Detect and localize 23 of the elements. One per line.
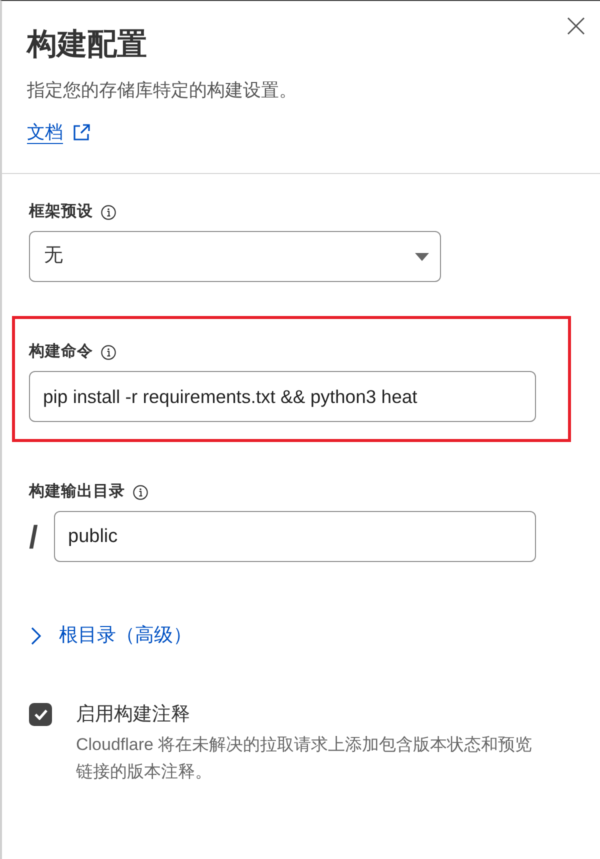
info-icon[interactable] xyxy=(101,344,116,360)
panel-description: 指定您的存储库特定的构建设置。 xyxy=(27,79,297,102)
docs-link[interactable]: 文档 xyxy=(27,120,63,144)
close-button[interactable] xyxy=(565,15,587,37)
caret-down-icon xyxy=(415,252,429,260)
panel-title: 构建配置 xyxy=(27,27,148,63)
text-input[interactable]: public xyxy=(54,511,536,562)
text-input[interactable]: pip install -r requirements.txt && python3 heat xyxy=(29,371,536,422)
checkbox-label: 启用构建注释 xyxy=(76,703,191,727)
field-label: 构建输出目录 xyxy=(29,482,125,502)
chevron-right-icon xyxy=(31,627,41,645)
checkbox-description: Cloudflare 将在未解决的拉取请求上添加包含版本状态和预览链接的版本注释。 xyxy=(76,734,534,783)
close-icon xyxy=(567,17,585,35)
checkbox[interactable] xyxy=(29,703,52,726)
path-prefix: / xyxy=(29,520,39,552)
check-icon xyxy=(34,709,48,720)
field-label: 构建命令 xyxy=(29,342,93,362)
root-directory-toggle[interactable]: 根目录（高级） xyxy=(31,623,192,649)
info-icon[interactable] xyxy=(133,484,148,500)
field-label: 框架预设 xyxy=(29,202,93,222)
dropdown-select[interactable]: 无 xyxy=(29,231,441,282)
info-icon[interactable] xyxy=(101,204,116,220)
external-link-icon[interactable] xyxy=(73,124,90,140)
